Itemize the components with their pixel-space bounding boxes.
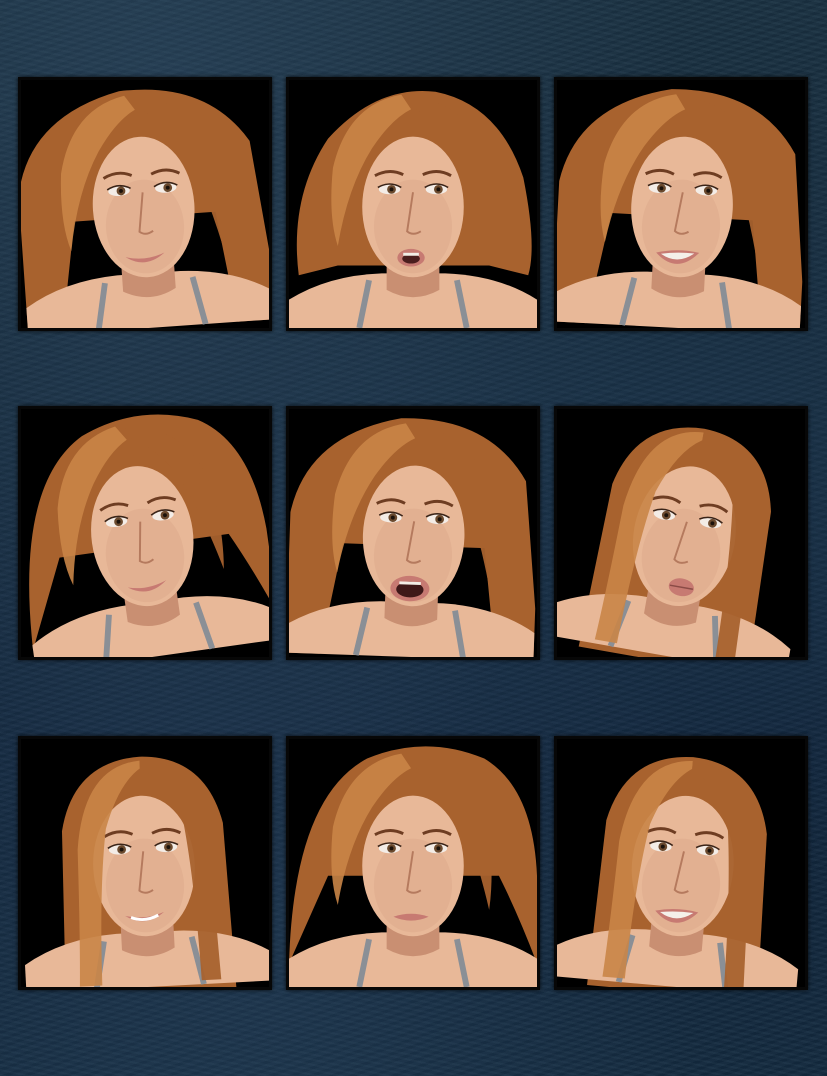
- portrait-image: [21, 80, 269, 328]
- portrait-tile: [286, 406, 540, 660]
- portrait-image: [289, 739, 537, 987]
- pupil: [436, 846, 441, 851]
- teeth: [403, 252, 419, 256]
- portrait-grid: [0, 0, 827, 1076]
- portrait-figure: [289, 418, 536, 657]
- portrait-image: [21, 739, 269, 987]
- portrait-tile: [18, 406, 272, 660]
- pupil: [389, 846, 394, 851]
- background-canvas: [0, 0, 827, 1076]
- pupil: [389, 187, 394, 192]
- portrait-image: [289, 80, 537, 328]
- portrait-image: [289, 409, 537, 657]
- portrait-tile: [18, 77, 272, 331]
- portrait-tile: [554, 77, 808, 331]
- portrait-image: [557, 80, 805, 328]
- portrait-image: [557, 409, 805, 657]
- portrait-tile: [18, 736, 272, 990]
- portrait-image: [21, 409, 269, 657]
- portrait-tile: [286, 77, 540, 331]
- portrait-tile: [286, 736, 540, 990]
- portrait-image: [557, 739, 805, 987]
- portrait-tile: [554, 406, 808, 660]
- pupil: [436, 187, 441, 192]
- portrait-tile: [554, 736, 808, 990]
